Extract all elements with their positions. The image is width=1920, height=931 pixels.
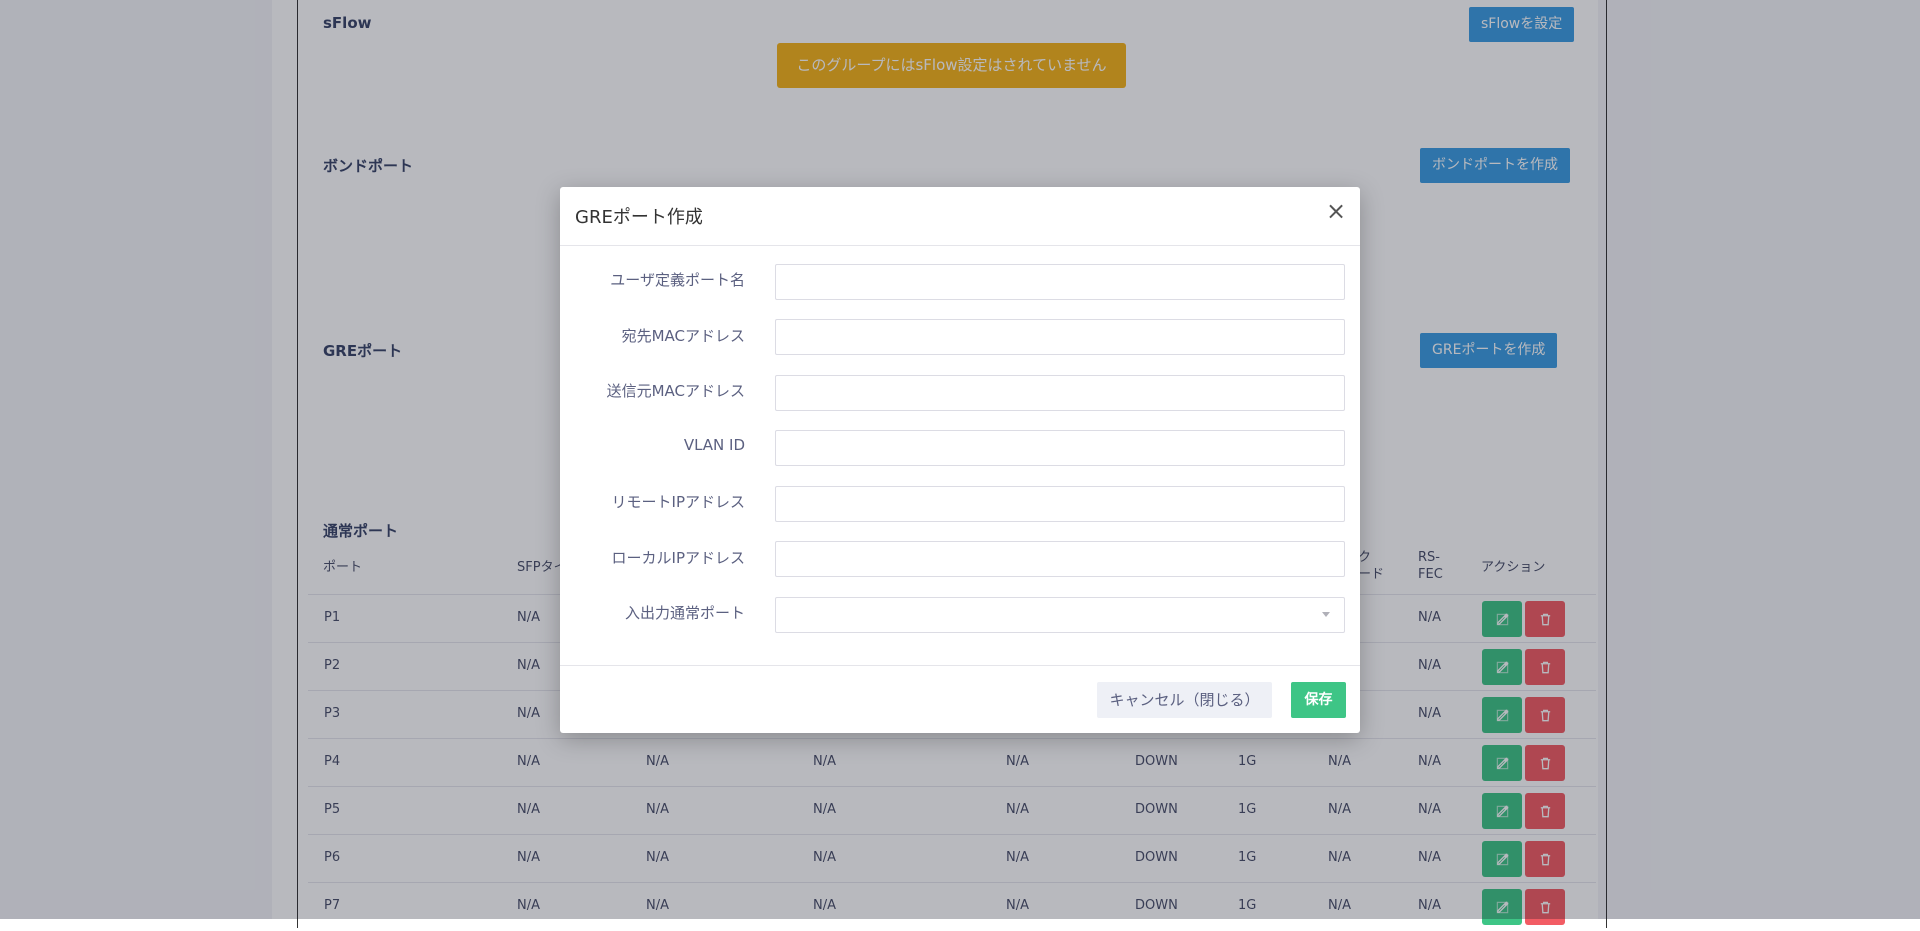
- port-name-label: ユーザ定義ポート名: [610, 271, 745, 289]
- dialog-title: GREポート作成: [575, 207, 703, 228]
- port-name-input[interactable]: [775, 264, 1345, 300]
- local-ip-label: ローカルIPアドレス: [611, 549, 745, 567]
- create-gre-port-dialog: GREポート作成 × ユーザ定義ポート名 宛先MACアドレス 送信元MACアドレ…: [560, 187, 1360, 733]
- source-mac-input[interactable]: [775, 375, 1345, 411]
- cancel-button[interactable]: キャンセル（閉じる）: [1097, 682, 1272, 718]
- vlan-id-input[interactable]: [775, 430, 1345, 466]
- dialog-footer: キャンセル（閉じる） 保存: [560, 665, 1360, 734]
- io-normal-port-label: 入出力通常ポート: [624, 604, 745, 622]
- save-button[interactable]: 保存: [1291, 682, 1346, 718]
- io-normal-port-select[interactable]: [775, 597, 1345, 633]
- chevron-down-icon: [1322, 612, 1330, 617]
- close-icon[interactable]: ×: [1325, 199, 1347, 223]
- destination-mac-input[interactable]: [775, 319, 1345, 355]
- destination-mac-label: 宛先MACアドレス: [621, 327, 745, 345]
- remote-ip-label: リモートIPアドレス: [611, 493, 745, 511]
- dialog-header: GREポート作成 ×: [560, 187, 1360, 246]
- vlan-id-label: VLAN ID: [683, 436, 745, 454]
- source-mac-label: 送信元MACアドレス: [606, 382, 745, 400]
- local-ip-input[interactable]: [775, 541, 1345, 577]
- remote-ip-input[interactable]: [775, 486, 1345, 522]
